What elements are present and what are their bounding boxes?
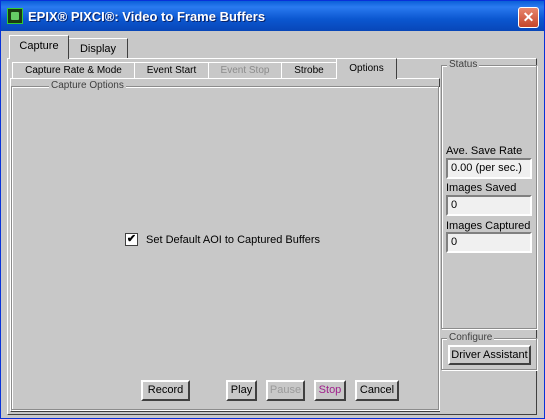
ave-save-rate-field: 0.00 (per sec.) (446, 158, 532, 179)
title-bar[interactable]: EPIX® PIXCI®: Video to Frame Buffers ✕ (1, 1, 544, 31)
tab-options[interactable]: Options (336, 58, 397, 79)
default-aoi-checkbox[interactable]: ✔ (125, 233, 138, 246)
content-area: Capture Display Capture Rate & Mode Even… (5, 31, 540, 416)
tab-capture-rate-mode[interactable]: Capture Rate & Mode (12, 62, 135, 79)
capture-options-group (11, 86, 439, 410)
window-title: EPIX® PIXCI®: Video to Frame Buffers (28, 9, 266, 24)
images-captured-label: Images Captured (446, 220, 531, 232)
play-button[interactable]: Play (226, 380, 257, 401)
main-window: EPIX® PIXCI®: Video to Frame Buffers ✕ C… (0, 0, 545, 419)
images-captured-field: 0 (446, 232, 532, 253)
ave-save-rate-label: Ave. Save Rate (446, 145, 523, 157)
record-button[interactable]: Record (141, 380, 190, 401)
capture-options-legend: Capture Options (49, 80, 126, 91)
pause-button: Pause (266, 380, 305, 401)
cancel-button[interactable]: Cancel (355, 380, 399, 401)
epix-app-icon[interactable] (7, 8, 23, 24)
images-saved-field: 0 (446, 195, 532, 216)
close-button[interactable]: ✕ (518, 7, 539, 28)
configure-legend: Configure (447, 332, 495, 343)
tab-capture[interactable]: Capture (9, 35, 69, 59)
tab-strobe[interactable]: Strobe (281, 62, 337, 79)
status-legend: Status (447, 59, 480, 70)
tab-event-start[interactable]: Event Start (134, 62, 209, 79)
stop-button[interactable]: Stop (314, 380, 346, 401)
driver-assistant-button[interactable]: Driver Assistant (448, 345, 531, 365)
images-saved-label: Images Saved (446, 182, 517, 194)
tab-display[interactable]: Display (68, 38, 128, 59)
default-aoi-checkbox-label[interactable]: Set Default AOI to Captured Buffers (146, 234, 320, 246)
tab-event-stop: Event Stop (208, 62, 282, 79)
